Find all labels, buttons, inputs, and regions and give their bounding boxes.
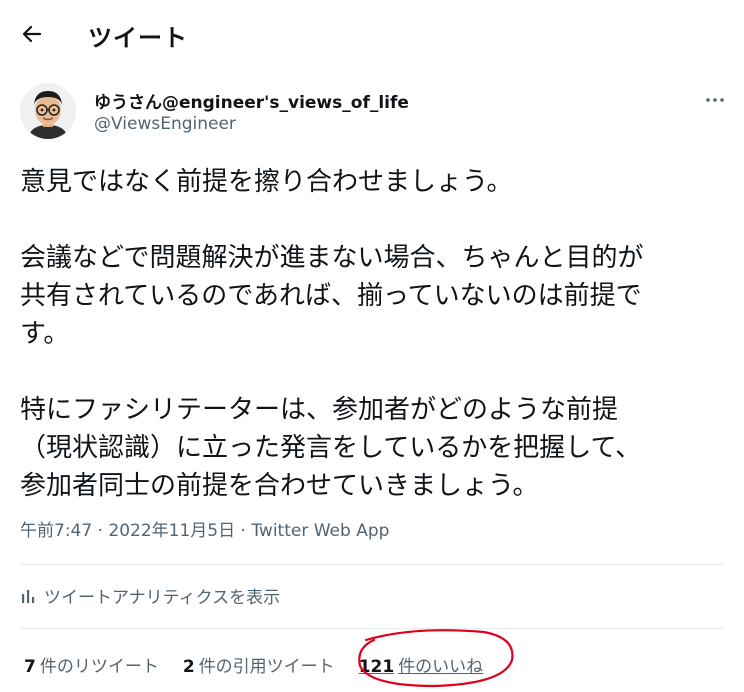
analytics-label: ツイートアナリティクスを表示 bbox=[44, 588, 281, 608]
author-handle[interactable]: @ViewsEngineer bbox=[94, 114, 236, 134]
tweet-source-link[interactable]: Twitter Web App bbox=[251, 521, 389, 541]
tweet-line: （現状認識）に立った発言をしているかを把握して、 bbox=[20, 433, 642, 463]
author-display-name[interactable]: ゆうさん@engineer's_views_of_life bbox=[94, 88, 409, 113]
analytics-link[interactable]: ツイートアナリティクスを表示 bbox=[20, 583, 280, 608]
tweet-line: 会議などで問題解決が進まない場合、ちゃんと目的が bbox=[20, 243, 644, 273]
retweets-stat[interactable]: 7 件のリツイート bbox=[24, 652, 159, 677]
tweet-line: 意見ではなく前提を擦り合わせましょう。 bbox=[20, 167, 513, 197]
quotes-stat[interactable]: 2 件の引用ツイート bbox=[183, 652, 335, 677]
tweet-time[interactable]: 午前7:47 bbox=[20, 521, 92, 541]
tweet-line: 特にファシリテーターは、参加者がどのような前提 bbox=[20, 395, 619, 425]
tweet-date[interactable]: 2022年11月5日 bbox=[108, 521, 235, 541]
meta-separator: · bbox=[92, 521, 109, 541]
quotes-label: 件の引用ツイート bbox=[198, 657, 335, 677]
more-dots-icon bbox=[706, 98, 724, 102]
bar-chart-icon bbox=[22, 589, 35, 603]
tweet-line: す。 bbox=[20, 319, 70, 349]
quotes-count: 2 bbox=[182, 657, 195, 677]
page-title: ツイート bbox=[88, 24, 188, 52]
avatar-image bbox=[20, 83, 76, 139]
divider bbox=[20, 564, 724, 565]
retweets-label: 件のリツイート bbox=[39, 657, 159, 677]
header: ツイート bbox=[0, 0, 744, 70]
back-arrow-icon[interactable] bbox=[20, 22, 44, 46]
meta-separator: · bbox=[235, 521, 252, 541]
tweet-meta: 午前7:47 · 2022年11月5日 · Twitter Web App bbox=[20, 516, 389, 541]
more-options-button[interactable] bbox=[700, 88, 730, 112]
avatar[interactable] bbox=[20, 83, 76, 139]
tweet-line: 参加者同士の前提を合わせていきましょう。 bbox=[20, 471, 539, 501]
retweets-count: 7 bbox=[24, 657, 36, 677]
tweet-line: 共有されているのであれば、揃っていないのは前提で bbox=[20, 281, 642, 311]
red-circle-annotation bbox=[358, 629, 514, 688]
tweet-text: 意見ではなく前提を擦り合わせましょう。 会議などで問題解決が進まない場合、ちゃん… bbox=[20, 163, 732, 505]
